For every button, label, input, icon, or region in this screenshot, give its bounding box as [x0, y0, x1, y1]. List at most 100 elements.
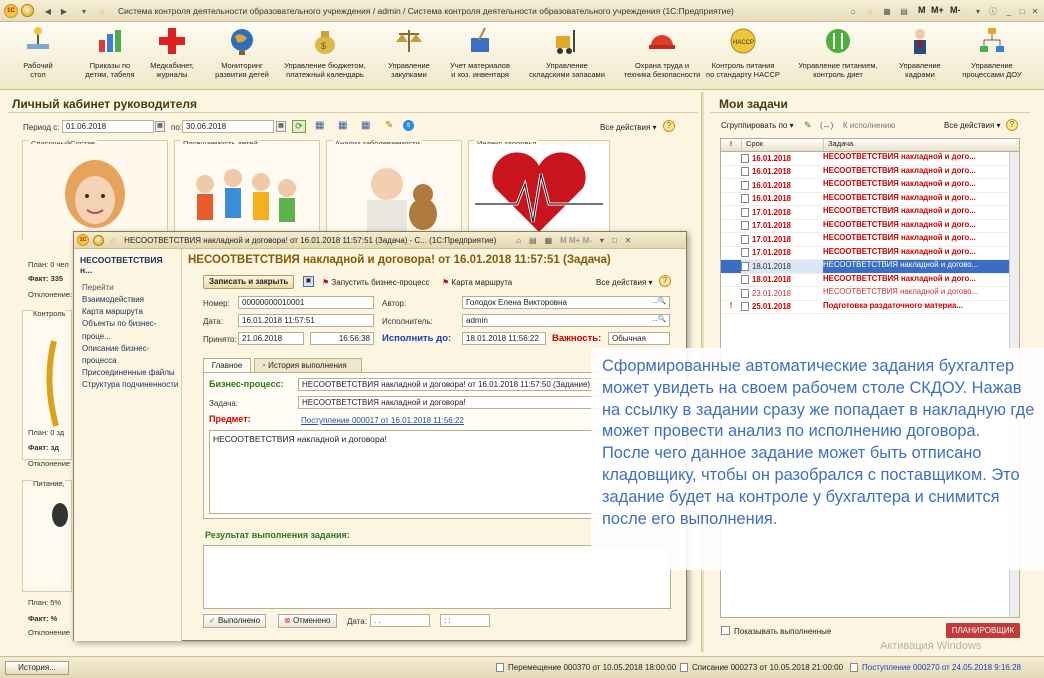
calendar-day-icon[interactable]: ▦ — [315, 120, 324, 131]
help-icon[interactable]: ? — [663, 120, 675, 132]
tile-morbidity[interactable]: Анализ заболеваемости — [326, 139, 462, 240]
memory-m-minus[interactable]: M- — [950, 5, 961, 15]
status-item-3[interactable]: Поступление 000270 от 24.05.2018 9:16:28 — [850, 663, 1021, 672]
tab-main[interactable]: Главное — [203, 358, 251, 373]
history-button[interactable]: История... — [5, 661, 69, 675]
calendar-picker-icon[interactable]: ▦ — [155, 121, 165, 132]
calendar-month-icon[interactable]: ▦ — [361, 120, 370, 131]
save-icon[interactable]: ▣ — [303, 276, 314, 287]
tile-roster[interactable]: СписочныйСостав — [22, 139, 168, 240]
toolbar-section-7[interactable]: Управление складскими запасами — [522, 24, 612, 79]
toolbar-section-3[interactable]: Мониторинг развития детей — [197, 24, 287, 79]
home-icon[interactable]: ⌂ — [845, 4, 861, 18]
author-field[interactable]: Голодок Елена Викторовна — [462, 296, 670, 309]
do-by-field[interactable]: 18.01.2018 11:56:22 — [462, 332, 546, 345]
status-item-1[interactable]: Перемещение 000370 от 10.05.2018 18:00:0… — [496, 663, 676, 672]
toolbar-section-4[interactable]: $ Управление бюджетом, платежный календар… — [280, 24, 370, 79]
star-icon[interactable]: ☆ — [862, 4, 878, 18]
date2-field[interactable]: . . — [370, 614, 430, 627]
tile-health-index[interactable]: Индекс здоровья — [468, 139, 610, 240]
select-icon[interactable]: ...🔍 — [652, 315, 667, 323]
col-task[interactable]: Задача — [823, 139, 1019, 151]
toolbar-section-8[interactable]: Охрана труда и техника безопасности — [617, 24, 707, 79]
favorites-star-icon[interactable]: ☆ — [109, 236, 116, 245]
task-row[interactable]: 18.01.2018 НЕСООТВЕТСТВИЯ накладной и дог… — [721, 274, 1019, 287]
dialog-nav-link[interactable]: Описание бизнес-процесса — [74, 343, 181, 367]
dialog-nav-link[interactable]: Взаимодействия — [74, 294, 181, 306]
select-icon[interactable]: ...🔍 — [652, 297, 667, 305]
importance-field[interactable]: Обычная — [608, 332, 670, 345]
time2-field[interactable]: : : — [440, 614, 490, 627]
route-map-button[interactable]: ⚑ Карта маршрута — [442, 278, 512, 287]
date-field[interactable]: 16.01.2018 11:57:51 — [238, 314, 374, 327]
all-actions-menu[interactable]: Все действия ▾ — [600, 123, 657, 132]
main-menu-orb-icon[interactable]: ▾ — [21, 4, 34, 17]
to-execute-button[interactable]: К исполнению — [843, 121, 895, 130]
link-icon[interactable]: (↔) — [820, 121, 833, 130]
number-field[interactable]: 00000000010001 — [238, 296, 374, 309]
history-dropdown-icon[interactable]: ▾ — [76, 4, 92, 18]
accepted-date-field[interactable]: 21.06.2018 — [238, 332, 304, 345]
accepted-time-field[interactable]: 16:56:38 — [310, 332, 374, 345]
tasks-all-actions-menu[interactable]: Все действия ▾ — [944, 121, 1001, 130]
task-row[interactable]: 17.01.2018 НЕСООТВЕТСТВИЯ накладной и дог… — [721, 206, 1019, 220]
dialog-nav-link[interactable]: Карта маршрута — [74, 306, 181, 318]
memory-m[interactable]: M — [918, 5, 926, 15]
planner-button[interactable]: ПЛАНИРОВЩИК — [946, 623, 1020, 638]
close-icon[interactable]: ✕ — [1027, 4, 1043, 18]
save-close-button[interactable]: Записать и закрыть — [203, 275, 295, 289]
col-deadline[interactable]: Срок — [741, 139, 823, 151]
task-row[interactable]: 17.01.2018 НЕСООТВЕТСТВИЯ накладной и дог… — [721, 220, 1019, 233]
group-by-menu[interactable]: Сгруппировать по ▾ — [721, 121, 794, 130]
task-row[interactable]: 23.01.2018 НЕСООТВЕТСТВИЯ накладной и дог… — [721, 287, 1019, 301]
status-item-2[interactable]: Списание 000273 от 10.05.2018 21:00:00 — [680, 663, 843, 672]
dialog-all-actions[interactable]: Все действия ▾ — [596, 278, 653, 287]
task-row[interactable]: 17.01.2018 НЕСООТВЕТСТВИЯ накладной и дог… — [721, 247, 1019, 260]
importance-col-icon[interactable]: ! — [721, 139, 741, 151]
calculator-icon[interactable]: ▤ — [896, 4, 912, 18]
task-row[interactable]: 16.01.2018 НЕСООТВЕТСТВИЯ накладной и дог… — [721, 166, 1019, 179]
subject-link[interactable]: Поступление 000017 от 16.01.2018 11:56:2… — [301, 416, 464, 425]
task-row[interactable]: ! 25.01.2018 Подготовка раздаточного матер… — [721, 301, 1019, 314]
dialog-nav-link[interactable]: Присоединенные файлы — [74, 367, 181, 379]
cancel-button[interactable]: ⊗ Отменено — [278, 614, 337, 628]
dropdown-icon[interactable]: ▾ — [970, 4, 986, 18]
dropdown-icon[interactable]: ▾ — [600, 236, 604, 245]
dialog-nav-link[interactable]: Объекты по бизнес-проце... — [74, 318, 181, 342]
close-icon[interactable]: ✕ — [625, 236, 632, 245]
task-row[interactable]: 18.01.2018 НЕСООТВЕТСТВИЯ накладной и дог… — [721, 260, 1019, 274]
edit-icon[interactable]: ✎ — [804, 120, 812, 131]
calendar-icon[interactable]: ▦ — [879, 4, 895, 18]
maximize-icon[interactable]: □ — [612, 236, 617, 245]
info-icon[interactable]: ⓘ — [985, 4, 1001, 18]
nav-forward-icon[interactable]: ▶ — [56, 4, 72, 18]
control-tile[interactable]: Контроль — [22, 309, 72, 460]
date-to-field[interactable]: 30.06.2018 — [182, 120, 274, 133]
tile-attendance[interactable]: Посещаемость детей — [174, 139, 320, 240]
executor-field[interactable]: admin — [462, 314, 670, 327]
toolbar-section-9[interactable]: HACCP Контроль питания по стандарту HACCP — [698, 24, 788, 79]
help-icon[interactable]: ? — [1006, 119, 1018, 131]
task-row[interactable]: 16.01.2018 НЕСООТВЕТСТВИЯ накладной и дог… — [721, 152, 1019, 166]
skype-icon[interactable]: s — [403, 120, 414, 131]
home-icon[interactable]: ⌂ — [516, 236, 521, 245]
1c-logo-icon[interactable]: 1C — [4, 4, 18, 18]
done-button[interactable]: ✓ Выполнено — [203, 614, 267, 628]
favorites-star-icon[interactable]: ☆ — [94, 4, 110, 18]
dialog-nav-link[interactable]: Структура подчиненности — [74, 379, 181, 391]
nav-back-icon[interactable]: ◀ — [40, 4, 56, 18]
toolbar-section-12[interactable]: Управление процессами ДОУ — [947, 24, 1037, 79]
memory-buttons[interactable]: M M+ M- — [560, 236, 592, 245]
dialog-menu-orb-icon[interactable]: ▾ — [93, 234, 104, 246]
memory-m-plus[interactable]: M+ — [931, 5, 944, 15]
task-row[interactable]: 16.01.2018 НЕСООТВЕТСТВИЯ накладной и дог… — [721, 193, 1019, 206]
calendar-picker-icon[interactable]: ▦ — [276, 121, 286, 132]
1c-logo-icon[interactable]: 1C — [77, 234, 89, 246]
start-bp-button[interactable]: ⚑ Запустить бизнес-процесс — [322, 278, 430, 287]
calendar-icon[interactable]: ▦ — [545, 236, 553, 245]
tab-history[interactable]: ◔ История выполнения — [254, 358, 362, 373]
date-from-field[interactable]: 01.06.2018 — [62, 120, 154, 133]
toolbar-section-6[interactable]: Учет материалов и хоз. инвентаря — [435, 24, 525, 79]
nutrition-tile[interactable]: Питание, — [22, 479, 72, 592]
help-icon[interactable]: ? — [659, 275, 671, 287]
